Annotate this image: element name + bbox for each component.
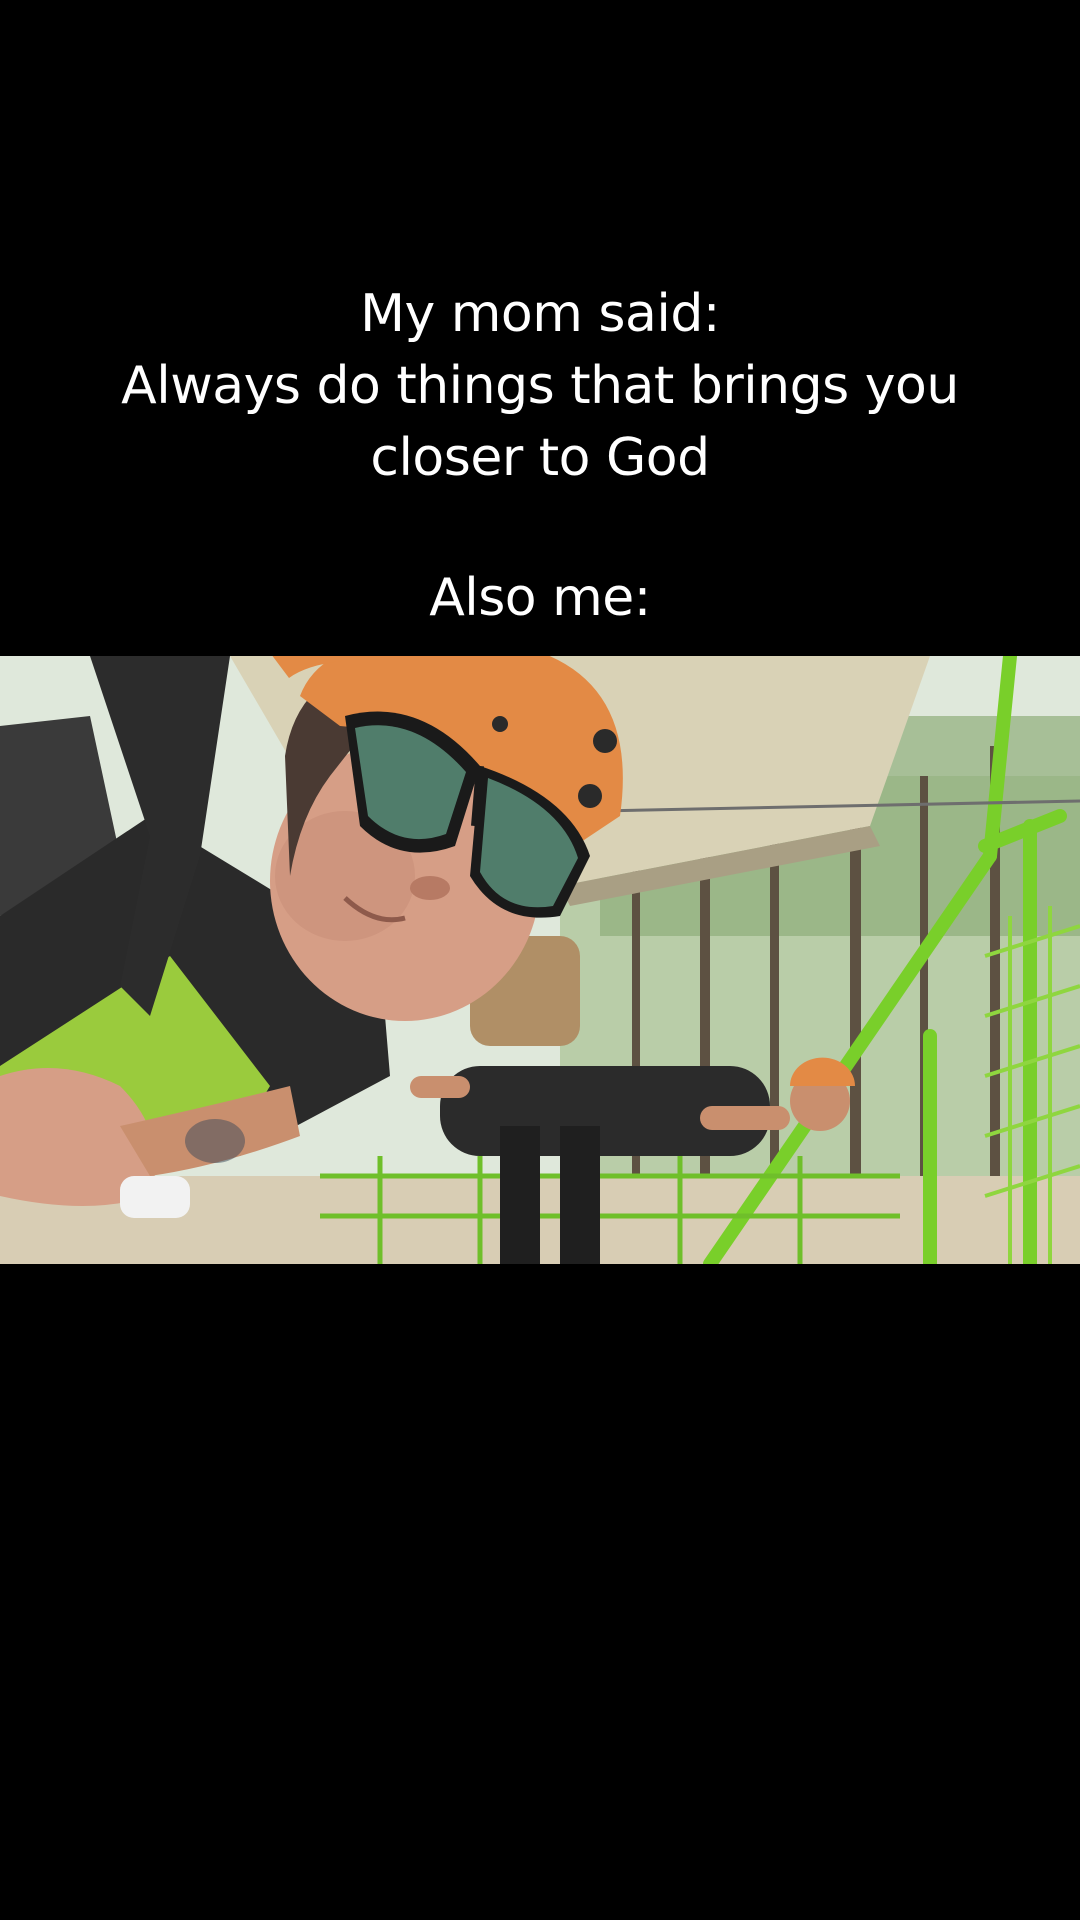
caption-line-1: My mom said: [360,284,720,344]
caption-line-2: Always do things that brings you [121,356,959,416]
caption-top: My mom said: Always do things that bring… [0,278,1080,494]
arm-tattoo [185,1119,245,1163]
zipline-photo-illustration [0,656,1080,1264]
zipline-photo [0,656,1080,1264]
caption-bottom: Also me: [0,562,1080,634]
caption-line-3: closer to God [370,428,710,488]
wristwatch [120,1176,190,1218]
caption-line-4: Also me: [429,568,651,628]
